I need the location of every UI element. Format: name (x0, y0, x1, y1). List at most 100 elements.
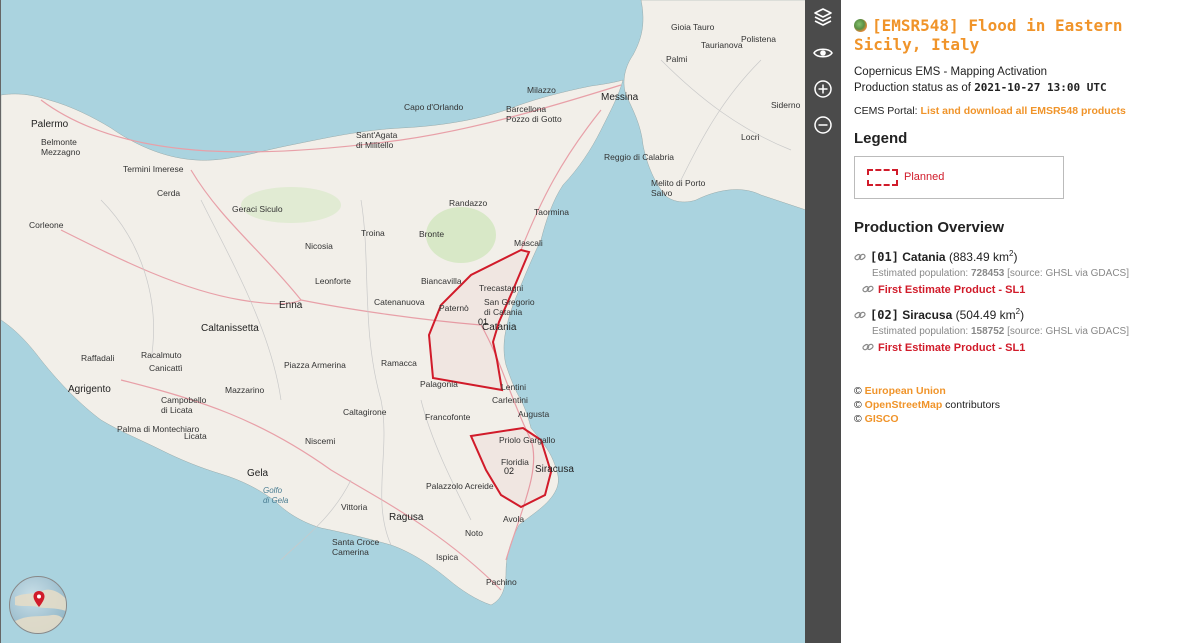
aoi-header[interactable]: [02] Siracusa (504.49 km2) (854, 304, 1187, 323)
place-enna: Enna (279, 300, 303, 311)
aoi-id: [01] (870, 250, 899, 264)
map-view[interactable]: 01 02 Palermo Belmonte Mezzagno Corleone … (0, 0, 805, 643)
credit-line: © GISCO (854, 412, 1187, 426)
link-icon (854, 253, 866, 261)
place-bronte: Bronte (419, 229, 444, 239)
aoi-population: Estimated population: 158752 [source: GH… (872, 326, 1187, 337)
globe-map (10, 589, 66, 633)
place-siderno: Siderno (771, 100, 801, 110)
pop-value: 728453 (970, 268, 1005, 279)
place-palazzolo: Palazzolo Acreide (426, 481, 494, 491)
credit-link-gisco[interactable]: GISCO (865, 413, 899, 425)
aoi-area: (504.49 km (955, 308, 1016, 322)
place-paterno: Paternò (439, 303, 469, 313)
place-geraci: Geraci Siculo (232, 204, 283, 214)
place-palagonia: Palagonia (420, 379, 458, 389)
aoi-header[interactable]: [01] Catania (883.49 km2) (854, 246, 1187, 265)
place-biancavilla: Biancavilla (421, 276, 462, 286)
credit-link-osm[interactable]: OpenStreetMap (865, 399, 943, 411)
place-niscemi: Niscemi (305, 436, 335, 446)
credit-line: © OpenStreetMap contributors (854, 398, 1187, 412)
pop-source: [source: GHSL via GDACS] (1004, 268, 1129, 279)
pop-source: [source: GHSL via GDACS] (1004, 326, 1129, 337)
product-link[interactable]: First Estimate Product - SL1 (878, 284, 1025, 296)
aoi-name: Siracusa (902, 308, 953, 322)
place-belmonte: Belmonte Mezzagno (41, 137, 80, 157)
place-milazzo: Milazzo (527, 85, 556, 95)
activation-title-text: [EMSR548] Flood in Eastern Sicily, Italy (854, 16, 1123, 54)
portal-line: CEMS Portal: List and download all EMSR5… (854, 104, 1187, 119)
place-carlentini: Carlentini (492, 395, 528, 405)
place-francofonte: Francofonte (425, 412, 471, 422)
place-priolo: Priolo Gargallo (499, 435, 555, 445)
layers-icon (814, 8, 832, 26)
map-toolbar (805, 0, 841, 643)
credit-suffix: contributors (942, 399, 1001, 411)
place-piazza: Piazza Armerina (284, 360, 346, 370)
place-caltanissetta: Caltanissetta (201, 323, 259, 334)
place-agrigento: Agrigento (68, 384, 111, 395)
info-panel: [EMSR548] Flood in Eastern Sicily, Italy… (841, 0, 1200, 643)
place-licata: Licata (184, 431, 207, 441)
visibility-button[interactable] (811, 41, 835, 65)
legend-swatch-planned (867, 169, 898, 186)
place-gioia: Gioia Tauro (671, 22, 715, 32)
place-mazzarino: Mazzarino (225, 385, 264, 395)
aoi-area-close: ) (1013, 250, 1018, 264)
place-catania: Catania (482, 322, 517, 333)
credit-link-eu[interactable]: European Union (865, 385, 946, 397)
activation-title: [EMSR548] Flood in Eastern Sicily, Italy (854, 16, 1187, 54)
aoi-item-01: [01] Catania (883.49 km2) Estimated popu… (854, 246, 1187, 296)
zoom-in-button[interactable] (811, 77, 835, 101)
place-caltagirone: Caltagirone (343, 407, 387, 417)
place-noto: Noto (465, 528, 483, 538)
zoom-in-icon (814, 80, 832, 98)
place-floridia: Floridia (501, 457, 529, 467)
app-root: 01 02 Palermo Belmonte Mezzagno Corleone … (0, 0, 1200, 643)
place-augusta: Augusta (518, 409, 549, 419)
product-link[interactable]: First Estimate Product - SL1 (878, 342, 1025, 354)
place-palmi: Palmi (666, 54, 687, 64)
place-ramacca: Ramacca (381, 358, 417, 368)
place-cerda: Cerda (157, 188, 180, 198)
status-date: 2021-10-27 13:00 UTC (974, 81, 1107, 94)
aoi-id: [02] (870, 308, 899, 322)
place-messina: Messina (601, 92, 639, 103)
aoi-area: (883.49 km (948, 250, 1009, 264)
product-item: First Estimate Product - SL1 (862, 342, 1187, 354)
credits: © European Union © OpenStreetMap contrib… (854, 384, 1187, 426)
pop-value: 158752 (970, 326, 1005, 337)
place-ispica: Ispica (436, 552, 458, 562)
place-vittoria: Vittoria (341, 502, 368, 512)
legend-box: Planned (854, 156, 1064, 199)
portal-link[interactable]: List and download all EMSR548 products (921, 105, 1126, 117)
link-icon (862, 285, 874, 293)
zoom-out-button[interactable] (811, 113, 835, 137)
place-racalmuto: Racalmuto (141, 350, 182, 360)
link-icon (862, 343, 874, 351)
production-status: Production status as of 2021-10-27 13:00… (854, 80, 1187, 96)
place-leonforte: Leonforte (315, 276, 351, 286)
place-randazzo: Randazzo (449, 198, 488, 208)
place-reggio: Reggio di Calabria (604, 152, 674, 162)
place-troina: Troina (361, 228, 385, 238)
place-canicatti: Canicattì (149, 363, 183, 373)
portal-prefix: CEMS Portal: (854, 105, 921, 117)
overview-globe[interactable] (9, 576, 67, 634)
place-capo: Capo d'Orlando (404, 102, 464, 112)
legend-label-planned: Planned (904, 171, 945, 183)
aoi-name: Catania (902, 250, 946, 264)
place-raffadali: Raffadali (81, 353, 115, 363)
credit-prefix: © (854, 385, 865, 397)
place-siracusa: Siracusa (535, 464, 574, 475)
place-lentini: Lentini (501, 382, 526, 392)
credit-prefix: © (854, 413, 865, 425)
place-locri: Locri (741, 132, 760, 142)
product-item: First Estimate Product - SL1 (862, 284, 1187, 296)
activation-subtitle: Copernicus EMS - Mapping Activation (854, 66, 1048, 78)
layers-button[interactable] (811, 5, 835, 29)
map-canvas[interactable]: 01 02 Palermo Belmonte Mezzagno Corleone … (1, 0, 805, 643)
place-trecastagni: Trecastagni (479, 283, 523, 293)
aoi-02-label: 02 (504, 466, 514, 476)
place-nicosia: Nicosia (305, 241, 333, 251)
